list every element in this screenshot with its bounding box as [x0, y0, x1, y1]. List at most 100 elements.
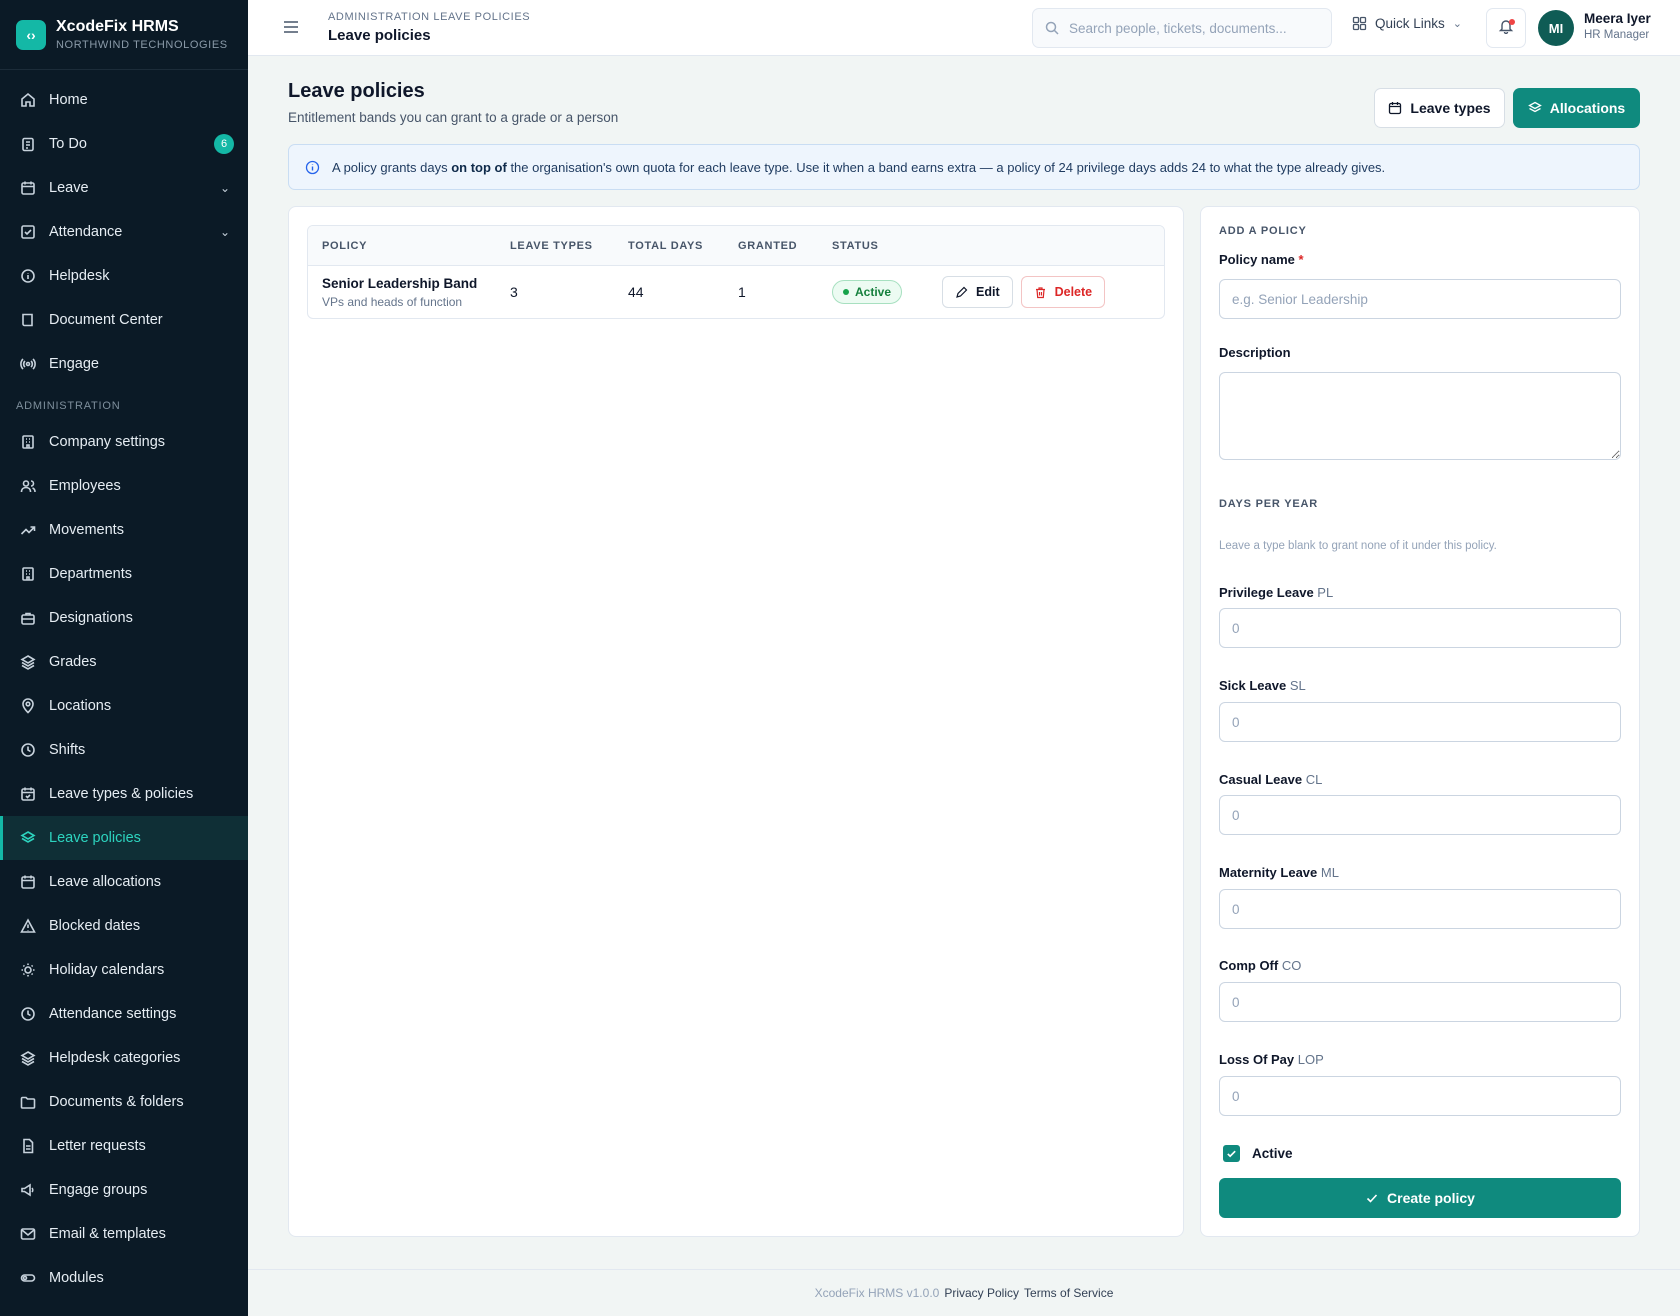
sidebar-item-email-templates[interactable]: Email & templates — [0, 1212, 248, 1256]
brand[interactable]: ‹› XcodeFix HRMS NORTHWIND TECHNOLOGIES — [0, 0, 248, 70]
sidebar-item-locations[interactable]: Locations — [0, 684, 248, 728]
sidebar-item-movements[interactable]: Movements — [0, 508, 248, 552]
sidebar-item-label: Engage — [49, 356, 99, 372]
sidebar-item-company-settings[interactable]: Company settings — [0, 420, 248, 464]
sidebar-item-shifts[interactable]: Shifts — [0, 728, 248, 772]
sidebar-item-attendance[interactable]: Attendance ⌄ — [0, 210, 248, 254]
sidebar-item-label: Leave — [49, 180, 89, 196]
terms-of-service-link[interactable]: Terms of Service — [1024, 1286, 1113, 1300]
folder-icon — [20, 1094, 36, 1110]
chevron-down-icon: ⌄ — [219, 181, 230, 195]
footer-version: XcodeFix HRMS v1.0.0 — [814, 1286, 940, 1300]
sidebar-item-label: Movements — [49, 522, 124, 538]
sidebar-item-modules[interactable]: Modules — [0, 1256, 248, 1300]
sidebar-item-label: Helpdesk categories — [49, 1050, 181, 1066]
sidebar-item-engage[interactable]: Engage — [0, 342, 248, 386]
sidebar-item-holiday-calendars[interactable]: Holiday calendars — [0, 948, 248, 992]
sidebar-item-document-center[interactable]: Document Center — [0, 298, 248, 342]
active-checkbox-row[interactable]: Active — [1223, 1145, 1293, 1162]
chevron-down-icon: ⌄ — [219, 225, 230, 239]
info-text-post: the organisation's own quota for each le… — [506, 159, 1386, 175]
sick-leave-input[interactable] — [1219, 702, 1621, 742]
active-checkbox[interactable] — [1223, 1145, 1240, 1162]
leave-types-button[interactable]: Leave types — [1374, 88, 1505, 128]
sick-leave-label: Sick Leave SL — [1219, 678, 1306, 693]
edit-button[interactable]: Edit — [942, 276, 1013, 308]
allocations-button[interactable]: Allocations — [1513, 88, 1640, 128]
trend-icon — [20, 522, 36, 538]
sidebar-item-departments[interactable]: Departments — [0, 552, 248, 596]
users-icon — [20, 478, 36, 494]
sidebar-item-documents-folders[interactable]: Documents & folders — [0, 1080, 248, 1124]
privilege-leave-input[interactable] — [1219, 608, 1621, 648]
info-circle-icon — [20, 268, 36, 284]
sidebar-item-designations[interactable]: Designations — [0, 596, 248, 640]
col-leave-types: LEAVE TYPES — [510, 239, 593, 252]
user-menu[interactable]: Meera Iyer HR Manager — [1584, 11, 1651, 41]
page-title: Leave policies — [288, 80, 425, 102]
allocations-label: Allocations — [1549, 100, 1626, 116]
description-label: Description — [1219, 345, 1291, 360]
code-logo-icon: ‹› — [16, 19, 46, 50]
comp-off-input[interactable] — [1219, 982, 1621, 1022]
sidebar-item-attendance-settings[interactable]: Attendance settings — [0, 992, 248, 1036]
sidebar-item-leave-allocations[interactable]: Leave allocations — [0, 860, 248, 904]
sidebar-item-label: Leave policies — [49, 830, 141, 846]
sidebar-item-leave[interactable]: Leave ⌄ — [0, 166, 248, 210]
days-hint: Leave a type blank to grant none of it u… — [1219, 540, 1497, 552]
sick-leave-name: Sick Leave — [1219, 678, 1287, 693]
building-icon — [20, 566, 36, 582]
notifications-button[interactable] — [1486, 8, 1526, 48]
comp-off-code: CO — [1281, 958, 1302, 973]
sidebar-item-label: Letter requests — [49, 1138, 146, 1154]
loss-of-pay-label: Loss Of Pay LOP — [1219, 1052, 1324, 1067]
description-textarea[interactable] — [1219, 372, 1621, 460]
global-search[interactable] — [1032, 8, 1332, 48]
sidebar-item-leave-policies[interactable]: Leave policies — [0, 816, 248, 860]
loss-of-pay-input[interactable] — [1219, 1076, 1621, 1116]
sidebar-item-todo[interactable]: To Do 6 — [0, 122, 248, 166]
privacy-policy-link[interactable]: Privacy Policy — [944, 1286, 1019, 1300]
create-policy-label: Create policy — [1387, 1190, 1475, 1206]
status-dot — [843, 289, 849, 295]
col-policy: POLICY — [322, 239, 368, 252]
info-text-bold: on top of — [451, 159, 507, 175]
sidebar-item-blocked-dates[interactable]: Blocked dates — [0, 904, 248, 948]
form-heading: ADD A POLICY — [1219, 225, 1307, 237]
sidebar-item-employees[interactable]: Employees — [0, 464, 248, 508]
policy-name-input[interactable] — [1219, 279, 1621, 319]
sidebar-item-letter-requests[interactable]: Letter requests — [0, 1124, 248, 1168]
privilege-leave-name: Privilege Leave — [1219, 585, 1314, 600]
total-days: 44 — [628, 284, 644, 300]
sidebar-item-engage-groups[interactable]: Engage groups — [0, 1168, 248, 1212]
breadcrumb-path: ADMINISTRATION LEAVE POLICIES — [328, 11, 531, 23]
create-policy-button[interactable]: Create policy — [1219, 1178, 1621, 1218]
search-input[interactable] — [1069, 20, 1309, 36]
avatar[interactable]: MI — [1538, 10, 1574, 46]
check-square-icon — [20, 224, 36, 240]
casual-leave-label: Casual Leave CL — [1219, 772, 1322, 787]
policy-cell: Senior Leadership Band VPs and heads of … — [308, 276, 510, 309]
sidebar-item-helpdesk-categories[interactable]: Helpdesk categories — [0, 1036, 248, 1080]
sidebar-item-leave-types-policies[interactable]: Leave types & policies — [0, 772, 248, 816]
hamburger-menu-icon[interactable] — [282, 18, 300, 36]
breadcrumb: ADMINISTRATION LEAVE POLICIES Leave poli… — [328, 11, 530, 44]
maternity-leave-input[interactable] — [1219, 889, 1621, 929]
policy-name-label-text: Policy name — [1219, 252, 1295, 267]
loss-of-pay-name: Loss Of Pay — [1219, 1052, 1295, 1067]
sidebar-item-home[interactable]: Home — [0, 78, 248, 122]
sidebar-item-helpdesk[interactable]: Helpdesk — [0, 254, 248, 298]
privilege-leave-label: Privilege Leave PL — [1219, 585, 1333, 600]
sidebar-item-grades[interactable]: Grades — [0, 640, 248, 684]
table-header: POLICY LEAVE TYPES TOTAL DAYS GRANTED ST… — [308, 226, 1164, 266]
delete-button[interactable]: Delete — [1020, 276, 1106, 308]
maternity-leave-name: Maternity Leave — [1219, 865, 1318, 880]
casual-leave-input[interactable] — [1219, 795, 1621, 835]
leave-types-label: Leave types — [1410, 100, 1491, 116]
calendar-icon — [20, 180, 36, 196]
comp-off-label: Comp Off CO — [1219, 958, 1301, 973]
delete-label: Delete — [1054, 285, 1093, 299]
quick-links-dropdown[interactable]: Quick Links ⌄ — [1352, 16, 1462, 31]
sidebar-item-label: Designations — [49, 610, 133, 626]
broadcast-icon — [20, 356, 36, 372]
